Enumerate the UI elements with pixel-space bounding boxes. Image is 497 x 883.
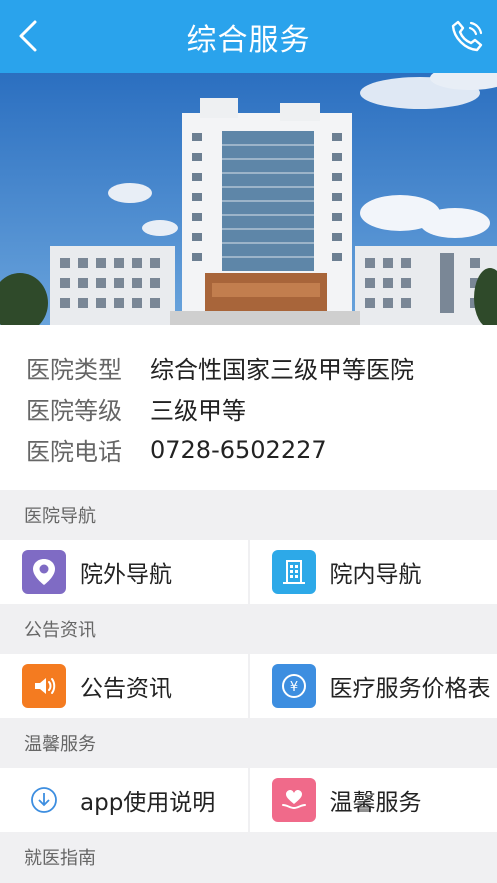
section-header-navigation: 医院导航 (0, 490, 497, 540)
page-title: 综合服务 (186, 22, 311, 58)
app-guide-button[interactable]: app使用说明 (0, 768, 248, 832)
back-chevron-icon (19, 20, 37, 52)
speaker-icon (22, 664, 66, 708)
top-nav-bar: 综合服务 (0, 0, 497, 73)
cell-label: 院外导航 (80, 562, 172, 588)
price-list-button[interactable]: ¥ 医疗服务价格表 (249, 654, 497, 718)
section-grid-news: 公告资讯 ¥ 医疗服务价格表 (0, 654, 497, 718)
hospital-info: 医院类型 综合性国家三级甲等医院 医院等级 三级甲等 医院电话 0728-650… (0, 325, 497, 490)
cell-label: 院内导航 (329, 562, 422, 588)
call-button[interactable] (447, 14, 487, 58)
info-key: 医院电话 (26, 438, 122, 466)
section-header-news: 公告资讯 (0, 604, 497, 654)
info-row-phone[interactable]: 医院电话 0728-6502227 (26, 429, 497, 470)
announcements-button[interactable]: 公告资讯 (0, 654, 248, 718)
heart-hand-icon (271, 778, 316, 822)
download-icon (22, 778, 66, 822)
price-icon: ¥ (271, 664, 316, 708)
building-icon (271, 550, 316, 594)
phone-number[interactable]: 0728-6502227 (150, 436, 327, 464)
info-key: 医院类型 (26, 356, 122, 384)
care-service-button[interactable]: 温馨服务 (249, 768, 497, 832)
section-header-guide: 就医指南 (0, 832, 497, 882)
outside-navigation-button[interactable]: 院外导航 (0, 540, 248, 604)
inside-navigation-button[interactable]: 院内导航 (249, 540, 497, 604)
svg-text:¥: ¥ (289, 680, 297, 695)
section-grid-navigation: 院外导航 院内导航 (0, 540, 497, 604)
phone-icon (451, 20, 483, 52)
info-key: 医院等级 (26, 397, 122, 425)
info-value: 综合性国家三级甲等医院 (150, 356, 414, 384)
hospital-banner-image (0, 73, 497, 325)
cell-label: 温馨服务 (329, 790, 422, 816)
info-row-type: 医院类型 综合性国家三级甲等医院 (26, 347, 497, 388)
info-row-level: 医院等级 三级甲等 (26, 388, 497, 429)
cell-label: 医疗服务价格表 (329, 676, 491, 702)
cell-label: app使用说明 (80, 790, 216, 816)
section-grid-care: app使用说明 温馨服务 (0, 768, 497, 832)
info-value: 三级甲等 (150, 397, 246, 425)
back-button[interactable] (8, 14, 48, 58)
cell-label: 公告资讯 (80, 676, 172, 702)
section-header-care: 温馨服务 (0, 718, 497, 768)
location-pin-icon (22, 550, 66, 594)
